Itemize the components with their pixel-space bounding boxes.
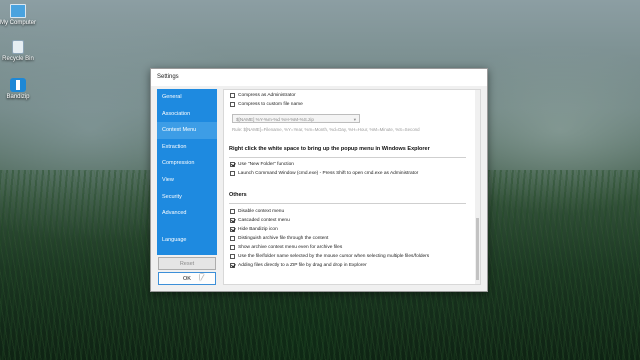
checkbox-cascaded-menu[interactable]: Cascaded context menu — [230, 216, 290, 224]
desktop-icon-label: Bandizip — [6, 94, 30, 100]
checkbox-icon[interactable] — [230, 262, 235, 268]
others-section-title: Others — [229, 192, 247, 198]
checkbox-icon[interactable] — [230, 161, 235, 167]
mouse-cursor-icon — [200, 274, 204, 281]
desktop-icon-bandizip[interactable]: Bandizip — [0, 78, 36, 101]
settings-content-panel: Compress as Administrator Compress to cu… — [223, 89, 481, 285]
checkbox-label: Hide Bandizip icon — [238, 226, 278, 232]
desktop-icon-label: Recycle Bin — [2, 56, 34, 62]
checkbox-new-folder[interactable]: Use "New Folder" function — [230, 160, 294, 168]
custom-filename-value: $[NAME] %Y-%m-%d %H-%M-%S.zip — [236, 116, 314, 122]
desktop-icon-recycle-bin[interactable]: Recycle Bin — [0, 40, 36, 63]
checkbox-distinguish-archive[interactable]: Distinguish archive file through the con… — [230, 234, 328, 242]
checkbox-label: Compress to custom file name — [238, 101, 303, 107]
checkbox-label: Distinguish archive file through the con… — [238, 235, 329, 241]
settings-window: Settings General Association Context Men… — [150, 68, 488, 292]
checkbox-icon[interactable] — [230, 101, 235, 107]
checkbox-icon[interactable] — [230, 253, 235, 259]
checkbox-show-archive-menu[interactable]: Show archive context menu even for archi… — [230, 243, 342, 251]
checkbox-label: Use "New Folder" function — [238, 161, 294, 167]
window-title: Settings — [151, 69, 487, 86]
nav-item-view[interactable]: View — [157, 172, 217, 189]
checkbox-icon[interactable] — [230, 92, 235, 98]
checkbox-icon[interactable] — [230, 217, 235, 223]
settings-sidebar: General Association Context Menu Extract… — [157, 89, 217, 255]
checkbox-compress-custom-name[interactable]: Compress to custom file name — [230, 100, 303, 108]
checkbox-compress-as-admin[interactable]: Compress as Administrator — [230, 91, 296, 99]
checkbox-label: Show archive context menu even for archi… — [238, 244, 343, 250]
checkbox-icon[interactable] — [230, 235, 235, 241]
desktop-icon-label: My Computer — [0, 20, 37, 26]
checkbox-label: Compress as Administrator — [238, 92, 296, 98]
nav-item-advanced[interactable]: Advanced — [157, 205, 217, 222]
nav-item-extraction[interactable]: Extraction — [157, 139, 217, 156]
checkbox-hide-bandizip-icon[interactable]: Hide Bandizip icon — [230, 225, 278, 233]
chevron-down-icon: ▾ — [353, 116, 356, 122]
filename-rule-hint: Rule: $[NAME]=Filename, %Y=Year, %m=Mont… — [232, 127, 420, 132]
checkbox-label: Disable context menu — [238, 208, 285, 214]
checkbox-icon[interactable] — [230, 170, 235, 176]
checkbox-label: Cascaded context menu — [238, 217, 290, 223]
nav-item-language[interactable]: Language — [157, 232, 217, 249]
checkbox-icon[interactable] — [230, 226, 235, 232]
checkbox-launch-cmd[interactable]: Launch Command Window (cmd.exe) - Press … — [230, 169, 418, 177]
bandizip-icon — [10, 78, 26, 92]
checkbox-label: Launch Command Window (cmd.exe) - Press … — [238, 170, 419, 176]
checkbox-drag-drop-zip[interactable]: Adding files directly to a ZIP file by d… — [230, 261, 367, 269]
custom-filename-select[interactable]: $[NAME] %Y-%m-%d %H-%M-%S.zip ▾ — [232, 114, 360, 123]
divider — [229, 157, 466, 158]
nav-item-compression[interactable]: Compression — [157, 155, 217, 172]
nav-item-association[interactable]: Association — [157, 106, 217, 123]
scrollbar-thumb[interactable] — [476, 218, 479, 280]
content-scrollbar[interactable] — [475, 90, 480, 284]
recycle-bin-icon — [12, 40, 24, 54]
nav-item-context-menu[interactable]: Context Menu — [157, 122, 217, 139]
checkbox-icon[interactable] — [230, 244, 235, 250]
computer-icon — [10, 4, 26, 18]
checkbox-icon[interactable] — [230, 208, 235, 214]
divider — [229, 203, 466, 204]
checkbox-label: Adding files directly to a ZIP file by d… — [238, 262, 367, 268]
white-space-section-title: Right click the white space to bring up … — [229, 146, 430, 152]
checkbox-use-selected-name[interactable]: Use the file/folder name selected by the… — [230, 252, 429, 260]
checkbox-disable-context-menu[interactable]: Disable context menu — [230, 207, 284, 215]
reset-button[interactable]: Reset — [158, 257, 216, 270]
ok-button[interactable]: OK — [158, 272, 216, 285]
nav-item-security[interactable]: Security — [157, 189, 217, 206]
checkbox-label: Use the file/folder name selected by the… — [238, 253, 430, 259]
desktop-icon-my-computer[interactable]: My Computer — [0, 4, 36, 27]
nav-item-general[interactable]: General — [157, 89, 217, 106]
